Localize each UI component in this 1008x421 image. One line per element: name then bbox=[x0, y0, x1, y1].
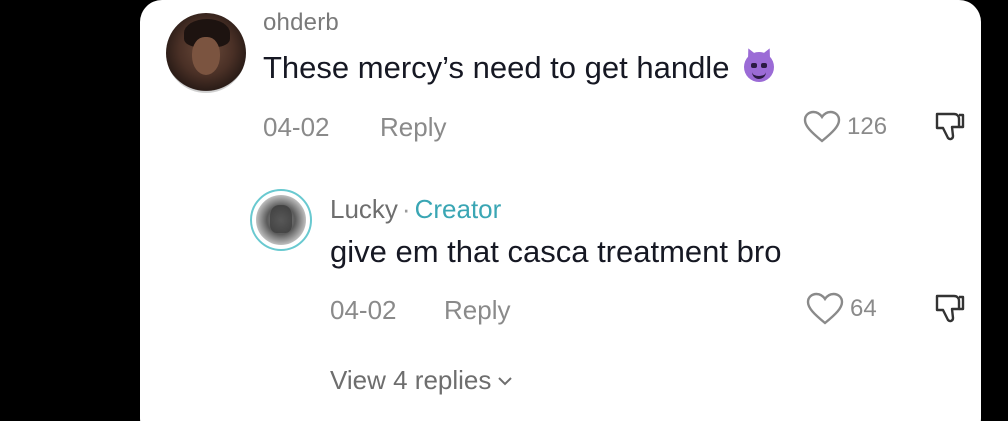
heart-icon bbox=[806, 292, 844, 325]
comment-like-button[interactable]: 126 bbox=[803, 110, 887, 144]
screenshot-stage: ohderb These mercy’s need to get handle … bbox=[0, 0, 1008, 421]
view-replies-label: View 4 replies bbox=[330, 365, 492, 395]
avatar-figure bbox=[270, 205, 292, 233]
comment-username[interactable]: ohderb bbox=[263, 9, 339, 37]
avatar-face bbox=[192, 37, 220, 75]
smiling-imp-emoji-icon bbox=[744, 46, 775, 82]
comment-text-body: These mercy’s need to get handle bbox=[263, 50, 730, 85]
comment-text: These mercy’s need to get handle bbox=[263, 46, 775, 86]
reply-avatar[interactable] bbox=[256, 195, 306, 245]
chevron-down-icon bbox=[498, 376, 513, 385]
reply-like-count: 64 bbox=[850, 295, 877, 322]
creator-badge: Creator bbox=[414, 194, 502, 224]
name-separator: · bbox=[401, 194, 411, 224]
dislike-icon[interactable] bbox=[932, 110, 966, 144]
comment-date: 04-02 bbox=[263, 112, 330, 142]
comment-reply-button[interactable]: Reply bbox=[380, 112, 446, 143]
dislike-icon[interactable] bbox=[932, 292, 966, 326]
reply-username[interactable]: Lucky bbox=[330, 194, 398, 224]
view-replies-button[interactable]: View 4 replies bbox=[330, 365, 513, 396]
reply-like-button[interactable]: 64 bbox=[806, 292, 877, 326]
reply-reply-button[interactable]: Reply bbox=[444, 295, 510, 326]
comment-like-count: 126 bbox=[847, 113, 888, 140]
reply-author-line: Lucky · Creator bbox=[330, 194, 501, 225]
reply-date: 04-02 bbox=[330, 295, 397, 325]
heart-icon bbox=[803, 110, 841, 143]
commenter-avatar[interactable] bbox=[166, 13, 246, 93]
reply-text: give em that casca treatment bro bbox=[330, 234, 782, 269]
